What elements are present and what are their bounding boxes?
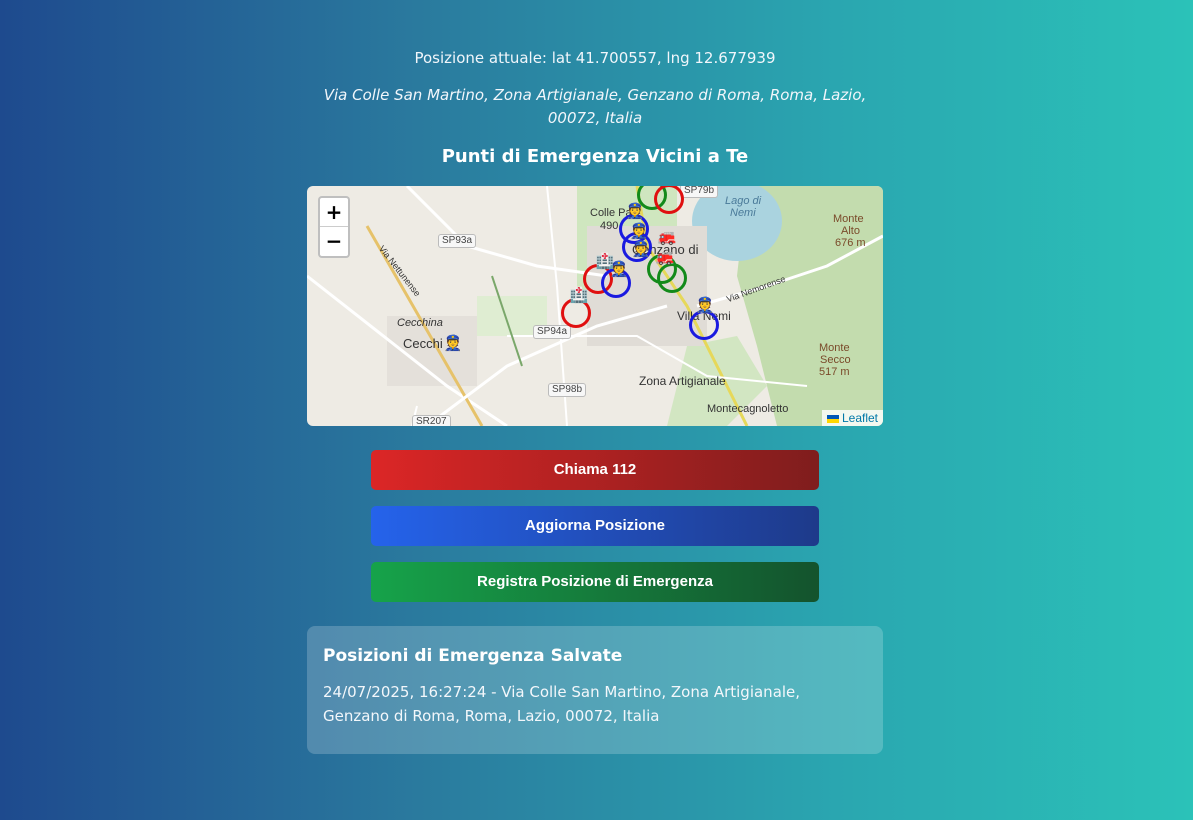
- map-label-lago: Lago di: [725, 195, 762, 207]
- current-position-text: Posizione attuale: lat 41.700557, lng 12…: [414, 49, 776, 67]
- map-label-cecchi: Cecchi: [403, 336, 443, 351]
- police-icon[interactable]: 👮: [443, 332, 463, 354]
- leaflet-link[interactable]: Leaflet: [842, 411, 878, 425]
- map-label-montecagnoletto: Montecagnoletto: [707, 403, 789, 415]
- saved-positions-panel: Posizioni di Emergenza Salvate 24/07/202…: [307, 626, 883, 754]
- road-badge-sp93a: SP93a: [438, 234, 477, 248]
- hospital-icon[interactable]: 🏥: [569, 284, 589, 306]
- current-address-text: Via Colle San Martino, Zona Artigianale,…: [323, 86, 867, 127]
- fire-station-icon[interactable]: 🚒: [657, 226, 677, 248]
- police-icon[interactable]: 👮: [625, 200, 645, 222]
- zoom-out-button[interactable]: −: [320, 227, 348, 256]
- ukraine-flag-icon: [826, 415, 839, 423]
- map-label-monte-alto-3: 676 m: [835, 237, 866, 249]
- save-emergency-position-button[interactable]: Registra Posizione di Emergenza: [371, 562, 819, 602]
- map-label-monte-alto-2: Alto: [841, 225, 860, 237]
- emergency-map[interactable]: Cecchina Cecchi Colle Pa 490 Genzano di …: [307, 186, 883, 426]
- fire-station-icon[interactable]: 🚒: [655, 246, 675, 268]
- map-label-zona-artigianale: Zona Artigianale: [639, 374, 726, 388]
- nearby-points-title: Punti di Emergenza Vicini a Te: [441, 146, 749, 167]
- map-attribution[interactable]: Leaflet: [821, 410, 883, 426]
- police-icon[interactable]: 👮: [631, 238, 651, 260]
- police-icon[interactable]: 👮: [609, 258, 629, 280]
- map-label-cecchina: Cecchina: [397, 317, 443, 329]
- call-112-button[interactable]: Chiama 112: [371, 450, 819, 490]
- police-icon[interactable]: 👮: [695, 294, 715, 316]
- road-badge-sp79b: SP79b: [680, 186, 719, 198]
- road-badge-sr207: SR207: [412, 415, 451, 426]
- zoom-in-button[interactable]: +: [320, 198, 348, 227]
- map-label-490: 490: [600, 220, 619, 232]
- update-position-button[interactable]: Aggiorna Posizione: [371, 506, 819, 546]
- map-label-nemi-lake: Nemi: [730, 207, 756, 219]
- road-badge-sp98b: SP98b: [548, 383, 587, 397]
- road-badge-sp94a: SP94a: [533, 325, 572, 339]
- map-label-monte-secco: Monte: [819, 342, 850, 354]
- saved-position-entry: 24/07/2025, 16:27:24 - Via Colle San Mar…: [323, 683, 801, 725]
- map-label-monte-secco-2: Secco: [820, 354, 851, 366]
- map-label-monte-alto: Monte: [833, 213, 864, 225]
- zoom-control: + −: [318, 196, 350, 258]
- map-tiles: [307, 186, 883, 426]
- map-label-monte-secco-3: 517 m: [819, 366, 850, 378]
- saved-positions-title: Posizioni di Emergenza Salvate: [323, 646, 623, 666]
